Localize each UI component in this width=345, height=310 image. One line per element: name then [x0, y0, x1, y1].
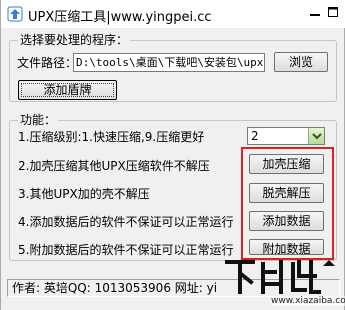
title-bar[interactable]: UPX压缩工具|www.yingpei.cc — [1, 0, 345, 28]
file-path-input[interactable]: D:\tools\桌面\下载吧\安装包\upx — [73, 53, 265, 72]
function-line-4: 4.添加数据后的软件不保证可以正常运行 — [18, 215, 234, 229]
select-program-legend: 选择要处理的程序： — [18, 33, 131, 47]
compress-level-select[interactable]: 2 — [247, 127, 325, 145]
unshell-decompress-button[interactable]: 脱壳解压 — [249, 183, 324, 203]
upx-tool-window: UPX压缩工具|www.yingpei.cc 选择要处理的程序： 文件路径： D… — [0, 0, 345, 310]
append-data-button[interactable]: 附加数据 — [249, 239, 324, 255]
function-line-2: 2.加壳压缩其他UPX压缩软件不解压 — [18, 159, 210, 173]
file-path-label: 文件路径： — [17, 56, 78, 70]
upx-app-icon — [7, 6, 23, 22]
compress-level-value: 2 — [251, 129, 259, 143]
function-line-5: 5.附加数据后的软件不保证可以正常运行 — [18, 243, 234, 257]
function-line-3: 3.其他UPX加的壳不解压 — [18, 187, 150, 201]
watermark-url: www.xiazaiba.com — [271, 296, 345, 306]
compress-level-text: 1.压缩级别:1.快速压缩,9.压缩更好 — [18, 130, 205, 144]
shell-compress-button[interactable]: 加壳压缩 — [249, 154, 324, 174]
watermark-logo — [219, 256, 339, 296]
browse-button[interactable]: 浏览 — [274, 52, 328, 72]
chevron-down-icon[interactable] — [308, 128, 324, 144]
function-legend: 功能： — [18, 113, 59, 127]
minimize-icon[interactable] — [307, 4, 323, 20]
window-title: UPX压缩工具|www.yingpei.cc — [28, 10, 212, 25]
add-data-button[interactable]: 添加数据 — [249, 211, 324, 231]
maximize-icon[interactable] — [325, 4, 341, 20]
add-shield-button[interactable]: 添加盾牌 — [18, 80, 117, 100]
